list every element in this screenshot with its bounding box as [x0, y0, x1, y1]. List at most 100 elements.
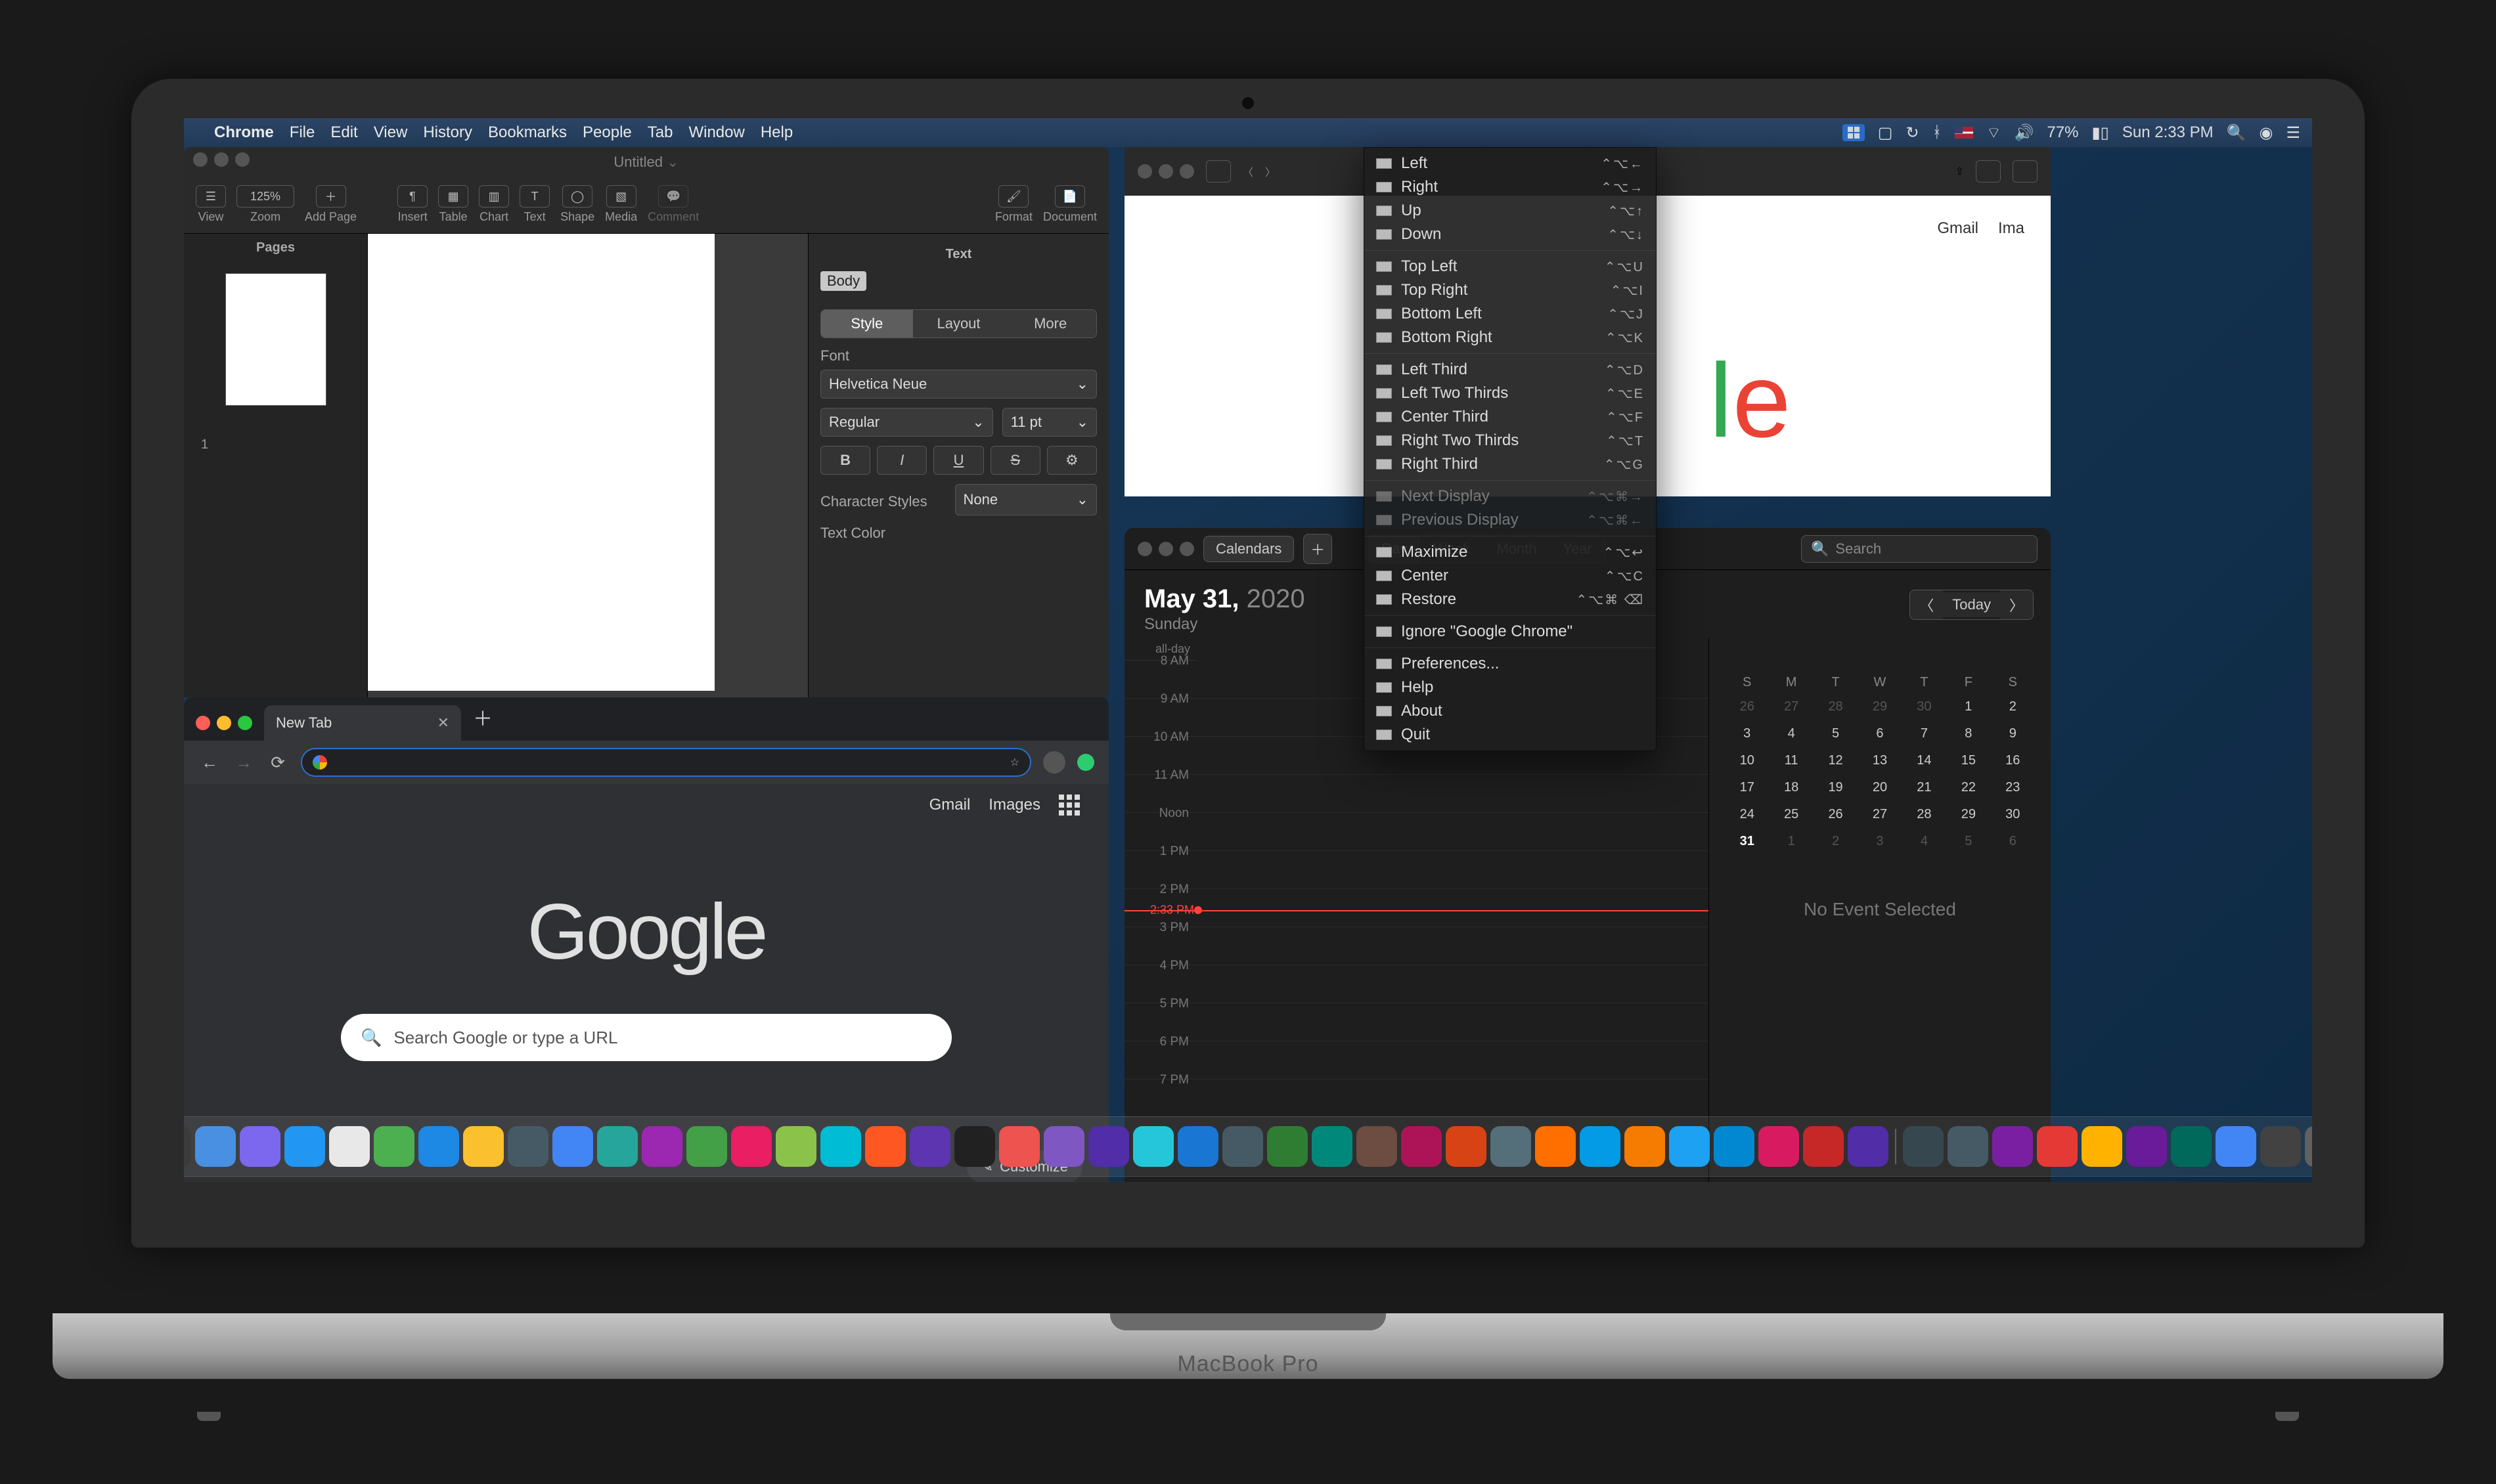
dock-app[interactable]	[1535, 1126, 1576, 1167]
traffic-lights[interactable]	[1138, 544, 1194, 554]
rect-item-quit[interactable]: Quit	[1364, 723, 1656, 747]
search-box[interactable]: 🔍 Search Google or type a URL	[341, 1014, 952, 1061]
mini-day[interactable]: 28	[1814, 695, 1858, 718]
dock-app[interactable]	[1580, 1126, 1620, 1167]
mini-day[interactable]: 30	[1902, 695, 1946, 718]
add-event-button[interactable]: ＋	[1303, 534, 1332, 564]
dock-app[interactable]	[1356, 1126, 1397, 1167]
dock-app[interactable]	[1948, 1126, 1988, 1167]
rect-item-maximize[interactable]: Maximize⌃⌥↩	[1364, 540, 1656, 564]
mini-day[interactable]: 18	[1769, 776, 1813, 799]
browser-tab[interactable]: New Tab ✕	[264, 705, 461, 741]
dock-app[interactable]	[1133, 1126, 1174, 1167]
menu-view[interactable]: View	[374, 123, 408, 142]
mini-day[interactable]: 3	[1725, 722, 1769, 745]
mini-day[interactable]: 16	[1991, 749, 2035, 772]
mini-day[interactable]: 5	[1946, 830, 1990, 853]
rect-item-right-two-thirds[interactable]: Right Two Thirds⌃⌥T	[1364, 429, 1656, 452]
tb-comment[interactable]: 💬Comment	[648, 185, 699, 224]
dock-app[interactable]	[1178, 1126, 1218, 1167]
mini-day[interactable]: 4	[1769, 722, 1813, 745]
rect-item-up[interactable]: Up⌃⌥↑	[1364, 199, 1656, 223]
document-canvas[interactable]	[368, 234, 808, 697]
char-style-select[interactable]: None⌄	[955, 484, 1098, 515]
dock-app[interactable]	[597, 1126, 638, 1167]
bold-button[interactable]: B	[820, 446, 870, 475]
images-link[interactable]: Ima	[1998, 219, 2024, 238]
menubar-clock[interactable]: Sun 2:33 PM	[2122, 123, 2214, 142]
dock-app[interactable]	[418, 1126, 459, 1167]
mini-day[interactable]: 22	[1946, 776, 1990, 799]
dock-app[interactable]	[2216, 1126, 2256, 1167]
rect-item-preferences-[interactable]: Preferences...	[1364, 652, 1656, 676]
rect-item-help[interactable]: Help	[1364, 676, 1656, 699]
notification-center-icon[interactable]: ☰	[2286, 123, 2300, 142]
tb-media[interactable]: ▧Media	[605, 185, 637, 224]
dock-app[interactable]	[910, 1126, 950, 1167]
dock-app[interactable]	[240, 1126, 280, 1167]
new-tab-button[interactable]: ＋	[473, 703, 493, 731]
dock-app[interactable]	[284, 1126, 325, 1167]
mini-day[interactable]: 4	[1902, 830, 1946, 853]
mini-day[interactable]: 9	[1991, 722, 2035, 745]
mini-day[interactable]: 27	[1858, 803, 1902, 826]
mini-day[interactable]: 25	[1769, 803, 1813, 826]
mini-day[interactable]: 23	[1991, 776, 2035, 799]
mini-day[interactable]: 1	[1946, 695, 1990, 718]
bluetooth-icon[interactable]: ᚼ	[1932, 123, 1942, 142]
rect-item-about[interactable]: About	[1364, 699, 1656, 723]
traffic-lights[interactable]	[196, 718, 252, 728]
dock-app[interactable]	[329, 1126, 370, 1167]
mini-day[interactable]: 6	[1858, 722, 1902, 745]
menu-bookmarks[interactable]: Bookmarks	[488, 123, 567, 142]
dock-app[interactable]	[1312, 1126, 1352, 1167]
mini-day[interactable]: 29	[1858, 695, 1902, 718]
google-apps-icon[interactable]	[1059, 795, 1080, 816]
gmail-link[interactable]: Gmail	[1937, 219, 1978, 238]
today-navigation[interactable]: 〈 Today 〉	[1909, 590, 2034, 620]
font-weight-select[interactable]: Regular⌄	[820, 408, 993, 437]
tb-zoom[interactable]: 125%Zoom	[236, 185, 294, 224]
mini-day[interactable]: 26	[1814, 803, 1858, 826]
page-thumbnail[interactable]	[226, 274, 326, 405]
menu-window[interactable]: Window	[688, 123, 744, 142]
dock-app[interactable]	[1669, 1126, 1710, 1167]
italic-button[interactable]: I	[877, 446, 927, 475]
dock-app[interactable]	[1267, 1126, 1308, 1167]
dock-app[interactable]	[731, 1126, 772, 1167]
mini-day[interactable]: 20	[1858, 776, 1902, 799]
underline-button[interactable]: U	[933, 446, 983, 475]
dock-app[interactable]	[1848, 1126, 1888, 1167]
tb-table[interactable]: ▦Table	[438, 185, 468, 224]
tb-text[interactable]: TText	[520, 185, 550, 224]
mini-day[interactable]: 10	[1725, 749, 1769, 772]
rect-item-top-right[interactable]: Top Right⌃⌥I	[1364, 278, 1656, 302]
dock-app[interactable]	[195, 1126, 236, 1167]
prev-day-icon[interactable]: 〈	[1910, 590, 1943, 619]
rectangle-dropdown[interactable]: Left⌃⌥←Right⌃⌥→Up⌃⌥↑Down⌃⌥↓Top Left⌃⌥UTo…	[1364, 147, 1657, 751]
mini-day[interactable]: 17	[1725, 776, 1769, 799]
mini-day[interactable]: 29	[1946, 803, 1990, 826]
rect-item-left-third[interactable]: Left Third⌃⌥D	[1364, 358, 1656, 382]
dock-app[interactable]	[1044, 1126, 1084, 1167]
mini-day[interactable]: 14	[1902, 749, 1946, 772]
new-tab[interactable]	[1976, 160, 2001, 183]
menu-file[interactable]: File	[290, 123, 315, 142]
mini-day[interactable]: 8	[1946, 722, 1990, 745]
tb-view[interactable]: ☰View	[196, 185, 226, 224]
inspector-tabs[interactable]: Style Layout More	[820, 309, 1097, 338]
rect-item-top-left[interactable]: Top Left⌃⌥U	[1364, 255, 1656, 278]
menu-tab[interactable]: Tab	[648, 123, 673, 142]
tb-format[interactable]: 🖌Format	[995, 185, 1033, 224]
menu-people[interactable]: People	[583, 123, 632, 142]
dock-app[interactable]	[1758, 1126, 1799, 1167]
menu-edit[interactable]: Edit	[330, 123, 357, 142]
tb-document[interactable]: 📄Document	[1043, 185, 1097, 224]
tb-insert[interactable]: ¶Insert	[397, 185, 428, 224]
rect-item-center-third[interactable]: Center Third⌃⌥F	[1364, 405, 1656, 429]
address-bar[interactable]: ☆	[301, 748, 1031, 777]
calendars-button[interactable]: Calendars	[1203, 536, 1294, 562]
rectangle-menubar-icon[interactable]	[1842, 124, 1865, 141]
tb-add-page[interactable]: ＋Add Page	[305, 185, 357, 224]
mini-day[interactable]: 2	[1991, 695, 2035, 718]
